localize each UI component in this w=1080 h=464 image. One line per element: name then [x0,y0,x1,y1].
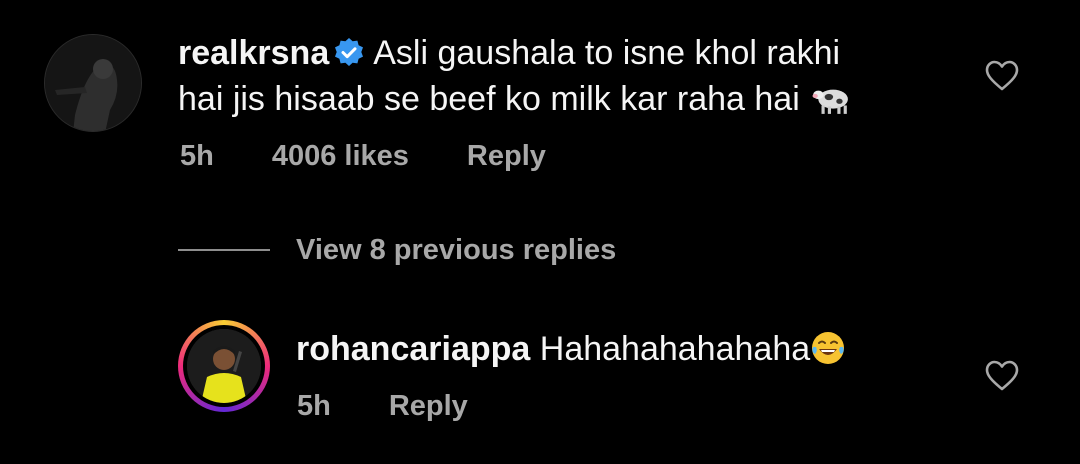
view-previous-replies[interactable]: View 8 previous replies [178,228,616,272]
reply-body: rohancariappa Hahahahahahaha [296,326,846,372]
comment-text-line1: Asli gaushala to isne khol rakhi [373,34,841,72]
replies-divider [178,249,270,251]
laughing-tears-icon [812,332,845,364]
comment-text-line2: hai jis hisaab se beef ko milk kar raha … [178,80,800,118]
reply-text: Hahahahahahaha [539,330,811,368]
avatar-story-ring[interactable] [178,320,270,412]
likes-count[interactable]: 4006 likes [272,140,409,172]
reply-button[interactable]: Reply [467,140,546,172]
timestamp: 5h [180,140,214,172]
comment-body: realkrsna Asli gaushala to isne khol rak… [178,30,938,122]
comment-meta: 5h 4006 likes Reply [180,140,604,173]
verified-badge-icon [335,38,364,66]
avatar-photo [45,35,141,131]
avatar[interactable] [44,34,142,132]
timestamp: 5h [297,390,331,422]
heart-icon[interactable] [985,60,1019,92]
reply-button[interactable]: Reply [389,390,468,422]
username[interactable]: rohancariappa [296,330,530,368]
heart-icon[interactable] [985,360,1019,392]
cow-icon [812,89,849,114]
username[interactable]: realkrsna [178,34,329,72]
reply-meta: 5h Reply [297,390,526,423]
avatar-photo [187,329,261,403]
comment-item: realkrsna Asli gaushala to isne khol rak… [0,0,1080,200]
view-replies-label: View 8 previous replies [296,233,617,266]
